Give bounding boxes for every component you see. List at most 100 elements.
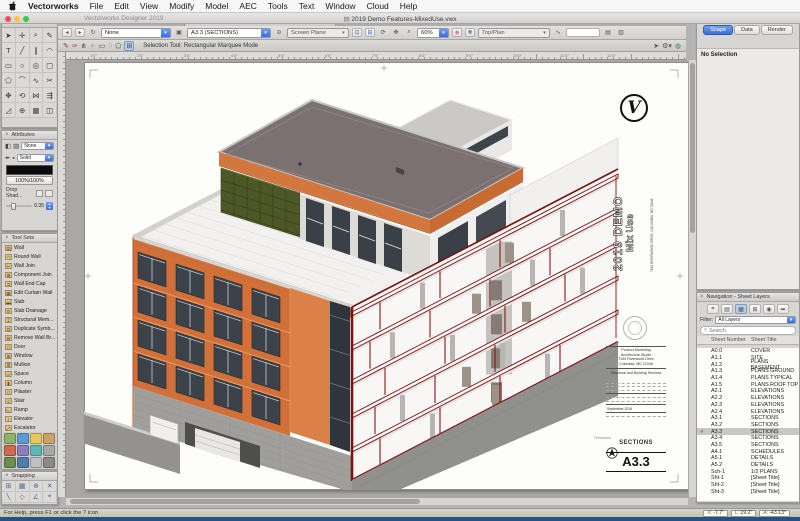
fill-color-swatch[interactable]: [6, 165, 53, 175]
chevron-down-icon[interactable]: ▾: [45, 155, 53, 161]
sheet-row-Sch-1[interactable]: Sch-1 1/2 PLANS: [697, 468, 799, 475]
toolset-category-6[interactable]: [30, 445, 42, 456]
tool-freehand-tool[interactable]: ∿: [29, 73, 44, 88]
chevron-down-icon[interactable]: ▾: [261, 28, 270, 37]
dots-mode-icon[interactable]: ⁘: [90, 42, 96, 50]
tool-arc-tool[interactable]: ◠: [43, 43, 57, 58]
active-layer-dropdown[interactable]: A3.3 (SECTIONS) ▾: [187, 27, 271, 38]
toolset-slab[interactable]: ▬ Slab: [2, 297, 57, 306]
squiggle-icon[interactable]: ∿: [553, 28, 563, 37]
chevron-down-icon[interactable]: ▾: [45, 143, 53, 149]
sheet-row-A1.4[interactable]: A1.4 PLANS TYPICAL: [697, 375, 799, 382]
search-box[interactable]: ⌕: [700, 326, 796, 335]
pen-mode2-icon[interactable]: ✑: [72, 42, 78, 50]
toolset-category-3[interactable]: [43, 433, 55, 444]
toolset-category-5[interactable]: [17, 445, 29, 456]
building-section-drawing[interactable]: Preliminary: [84, 62, 688, 490]
sheet-row-A3.1[interactable]: A3.1 SECTIONS: [697, 415, 799, 422]
snap-tangent[interactable]: ∠: [29, 492, 44, 503]
tool-rectangle-tool[interactable]: ▭: [2, 58, 16, 73]
chevron-down-icon[interactable]: ▾: [339, 29, 348, 37]
apple-icon[interactable]: [8, 1, 17, 11]
zoom-level-dropdown[interactable]: 60% ▾: [417, 27, 449, 38]
menu-tools[interactable]: Tools: [268, 1, 288, 11]
menu-aec[interactable]: AEC: [239, 1, 256, 11]
toolset-stair[interactable]: ≡ Stair: [2, 396, 57, 405]
sheet-layers-icon[interactable]: ▦: [735, 304, 747, 314]
opacity-button[interactable]: 100%/100%: [6, 176, 53, 185]
cursor-icon[interactable]: ➤: [653, 42, 659, 50]
fill-pattern-icon[interactable]: ▨: [13, 142, 19, 150]
scrollbar-thumb[interactable]: [70, 499, 420, 504]
back-view-button[interactable]: ◂: [62, 28, 72, 37]
snap-object[interactable]: ▦: [15, 481, 30, 492]
close-icon[interactable]: ×: [5, 473, 9, 479]
viewports-icon[interactable]: ⊞: [749, 304, 761, 314]
fill-style-dropdown[interactable]: None ▾: [21, 142, 54, 150]
toolset-category-0[interactable]: [4, 433, 16, 444]
toolset-remove-wall-br-[interactable]: ⊟ Remove Wall Br...: [2, 333, 57, 342]
toolset-category-9[interactable]: [17, 457, 29, 468]
toolset-wall[interactable]: ▤ Wall: [2, 243, 57, 252]
tool-polygon-tool[interactable]: ⬠: [2, 73, 16, 88]
navigation-header[interactable]: × Navigation - Sheet Layers: [697, 293, 799, 302]
tool-rotate-tool[interactable]: ⟲: [15, 88, 30, 103]
toolset-category-7[interactable]: [43, 445, 55, 456]
tool-mirror-tool[interactable]: ⋈: [29, 88, 44, 103]
tool-double-line-tool[interactable]: ∥: [29, 43, 44, 58]
tool-text-tool[interactable]: T: [2, 43, 16, 58]
classes-icon[interactable]: ◉: [763, 304, 775, 314]
slider-thumb[interactable]: [10, 202, 16, 210]
snap-angle[interactable]: ⊕: [29, 481, 44, 492]
toolset-category-8[interactable]: [4, 457, 16, 468]
active-plane-dropdown[interactable]: Screen Plane ▾: [287, 27, 349, 38]
tool-move-tool[interactable]: ✥: [2, 88, 16, 103]
toolset-category-11[interactable]: [43, 457, 55, 468]
layer-options-icon[interactable]: ▣: [174, 28, 184, 37]
sheet-row-A2.4[interactable]: A2.4 ELEVATIONS: [697, 408, 799, 415]
saved-views-icon[interactable]: ⌗: [707, 304, 719, 314]
zoom-magnifier-icon[interactable]: ⌕: [404, 28, 414, 37]
save-view-icon[interactable]: ⊡: [352, 28, 362, 37]
sheet-row-Sht-1[interactable]: Sht-1 [Sheet Title]: [697, 475, 799, 482]
flyover-icon[interactable]: ⟳: [378, 28, 388, 37]
tool-hatch-tool[interactable]: ▦: [29, 103, 44, 118]
toolset-space[interactable]: ▱ Space: [2, 369, 57, 378]
tool-free-edit-tool[interactable]: ✎: [43, 28, 57, 43]
tool-pan-tool[interactable]: ✛: [15, 28, 30, 43]
design-layers-icon[interactable]: ▤: [721, 304, 733, 314]
tool-circle-tool[interactable]: ○: [15, 58, 30, 73]
line-style-dropdown[interactable]: Solid ▾: [16, 154, 54, 162]
toolset-structural-mem-[interactable]: ⌶ Structural Mem...: [2, 315, 57, 324]
stepper-control[interactable]: ▴ ▾: [46, 202, 53, 210]
tool-sets-palette-header[interactable]: × Tool Sets: [2, 234, 57, 243]
stack-layers-icon[interactable]: ⊟: [365, 28, 375, 37]
chevron-down-icon[interactable]: ▾: [540, 29, 549, 37]
filter-dropdown[interactable]: All Layers ▾: [715, 316, 796, 324]
view-history-icon[interactable]: ↻: [88, 28, 98, 37]
tool-offset-tool[interactable]: ⇶: [43, 88, 57, 103]
toolset-component-join[interactable]: ⊞ Component Join: [2, 270, 57, 279]
scrollbar-thumb[interactable]: [690, 63, 695, 233]
toolset-wall-end-cap[interactable]: ⊐ Wall End Cap: [2, 279, 57, 288]
drop-shadow-toggle[interactable]: [35, 189, 44, 197]
toolset-pilaster[interactable]: ▯ Pilaster: [2, 387, 57, 396]
menu-window[interactable]: Window: [325, 1, 355, 11]
marquee-mode-icon[interactable]: ▭: [99, 42, 106, 50]
vertical-scrollbar[interactable]: [688, 60, 696, 497]
sheet-row-A1.5[interactable]: A1.5 PLANS ROOF TOP: [697, 381, 799, 388]
snap-intersection[interactable]: ✕: [43, 481, 57, 492]
tool-selection-tool[interactable]: ➤: [2, 28, 16, 43]
render-globe-icon[interactable]: ◍: [675, 42, 681, 50]
building-model[interactable]: [84, 98, 619, 490]
toolset-category-1[interactable]: [17, 433, 29, 444]
sheet-row-A1.2[interactable]: A1.2 PLANS BASEMENT: [697, 359, 799, 371]
tool-clip-tool[interactable]: ◫: [43, 103, 57, 118]
toolset-ramp[interactable]: ◺ Ramp: [2, 405, 57, 414]
snap-distance[interactable]: ╲: [2, 492, 16, 503]
sheet-row-A0.0[interactable]: A0.0 COVER: [697, 348, 799, 355]
tool-polyline-tool[interactable]: ⌒: [15, 73, 30, 88]
forward-view-button[interactable]: ▸: [75, 28, 85, 37]
toolset-category-10[interactable]: [30, 457, 42, 468]
sheet-row-A4.1[interactable]: A4.1 SCHEDULES: [697, 448, 799, 455]
